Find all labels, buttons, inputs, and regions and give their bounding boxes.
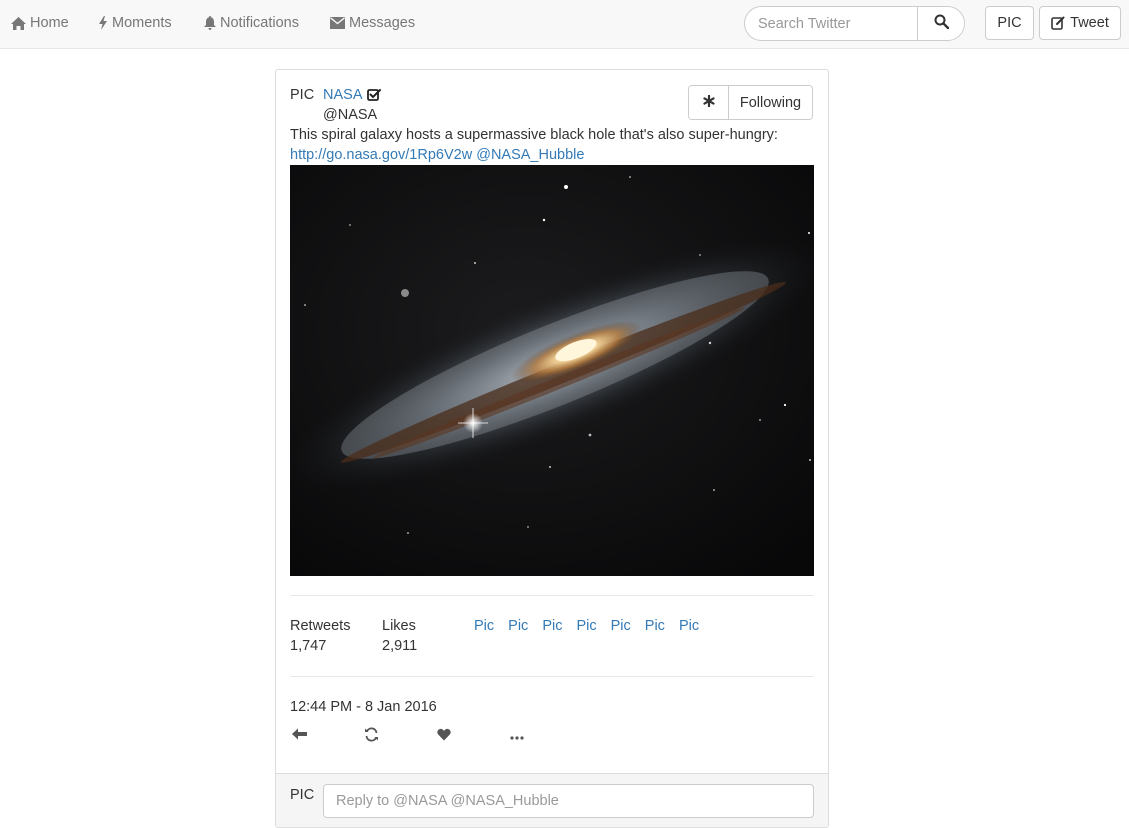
tweet-text: This spiral galaxy hosts a supermassive … bbox=[290, 127, 778, 143]
likes-count[interactable]: 2,911 bbox=[382, 638, 417, 654]
nav-moments-link[interactable]: Moments bbox=[98, 0, 172, 46]
likes-label[interactable]: Likes bbox=[382, 618, 416, 634]
liker-avatar-link[interactable]: Pic bbox=[474, 618, 494, 634]
liker-avatar-link[interactable]: Pic bbox=[679, 618, 699, 634]
tweet-media-galaxy-image[interactable] bbox=[290, 165, 814, 576]
reply-arrow-icon bbox=[291, 728, 307, 744]
tweet-timestamp[interactable]: 12:44 PM - 8 Jan 2016 bbox=[290, 699, 437, 715]
lightning-icon bbox=[98, 16, 108, 30]
stats-divider-top bbox=[290, 595, 814, 596]
liker-avatar-link[interactable]: Pic bbox=[542, 618, 562, 634]
search-box bbox=[744, 6, 965, 41]
author-name-link[interactable]: NASA bbox=[323, 87, 381, 103]
nav-messages-label: Messages bbox=[349, 15, 416, 31]
liker-avatar-link[interactable]: Pic bbox=[576, 618, 596, 634]
liker-avatars: Pic Pic Pic Pic Pic Pic Pic bbox=[474, 618, 699, 634]
follow-button-group: Following bbox=[688, 85, 813, 120]
retweet-button[interactable] bbox=[362, 727, 380, 745]
following-button[interactable]: Following bbox=[729, 86, 812, 119]
tweet-links: http://go.nasa.gov/1Rp6V2w @NASA_Hubble bbox=[290, 147, 584, 163]
tweet-button-label: Tweet bbox=[1070, 15, 1109, 31]
reply-button[interactable] bbox=[290, 727, 308, 745]
reply-input[interactable] bbox=[323, 784, 814, 818]
heart-icon bbox=[437, 728, 451, 745]
retweet-icon bbox=[364, 727, 379, 746]
author-avatar[interactable]: PIC bbox=[290, 87, 314, 103]
liker-avatar-link[interactable]: Pic bbox=[508, 618, 528, 634]
nav-notifications-link[interactable]: Notifications bbox=[204, 0, 299, 46]
nav-moments-label: Moments bbox=[112, 15, 172, 31]
settings-button[interactable] bbox=[689, 86, 729, 119]
envelope-icon bbox=[330, 17, 345, 29]
liker-avatar-link[interactable]: Pic bbox=[611, 618, 631, 634]
nav-notifications-label: Notifications bbox=[220, 15, 299, 31]
tweet-card: PIC NASA @NASA Following This spiral gal… bbox=[275, 69, 829, 828]
tweet-button[interactable]: Tweet bbox=[1039, 6, 1121, 40]
more-options-button[interactable] bbox=[508, 727, 526, 745]
tweet-url-link[interactable]: http://go.nasa.gov/1Rp6V2w bbox=[290, 147, 472, 163]
reply-bar: PIC bbox=[276, 773, 828, 827]
tweet-mention-link[interactable]: @NASA_Hubble bbox=[476, 147, 584, 163]
search-icon bbox=[934, 14, 950, 33]
nav-home-label: Home bbox=[30, 15, 69, 31]
search-input[interactable] bbox=[745, 7, 917, 40]
retweets-label[interactable]: Retweets bbox=[290, 618, 350, 634]
like-button[interactable] bbox=[435, 727, 453, 745]
following-label: Following bbox=[739, 94, 802, 111]
profile-pic-label: PIC bbox=[997, 15, 1022, 31]
liker-avatar-link[interactable]: Pic bbox=[645, 618, 665, 634]
retweets-count[interactable]: 1,747 bbox=[290, 638, 326, 654]
bell-icon bbox=[204, 16, 216, 30]
tweet-actions bbox=[290, 727, 590, 747]
nav-messages-link[interactable]: Messages bbox=[330, 0, 415, 46]
compose-icon bbox=[1051, 16, 1065, 30]
top-navbar: Home Moments Notifications Messages PIC bbox=[0, 0, 1129, 49]
profile-pic-button[interactable]: PIC bbox=[985, 6, 1034, 40]
author-name: NASA bbox=[323, 87, 363, 103]
asterisk-icon bbox=[702, 94, 715, 111]
author-handle: @NASA bbox=[323, 107, 378, 123]
verified-check-icon bbox=[366, 88, 381, 102]
home-icon bbox=[11, 16, 26, 30]
reply-avatar: PIC bbox=[290, 787, 315, 803]
stats-divider-bottom bbox=[290, 676, 814, 677]
nav-home-link[interactable]: Home bbox=[11, 0, 69, 46]
more-dots-icon bbox=[510, 728, 524, 744]
search-button[interactable] bbox=[917, 7, 964, 40]
